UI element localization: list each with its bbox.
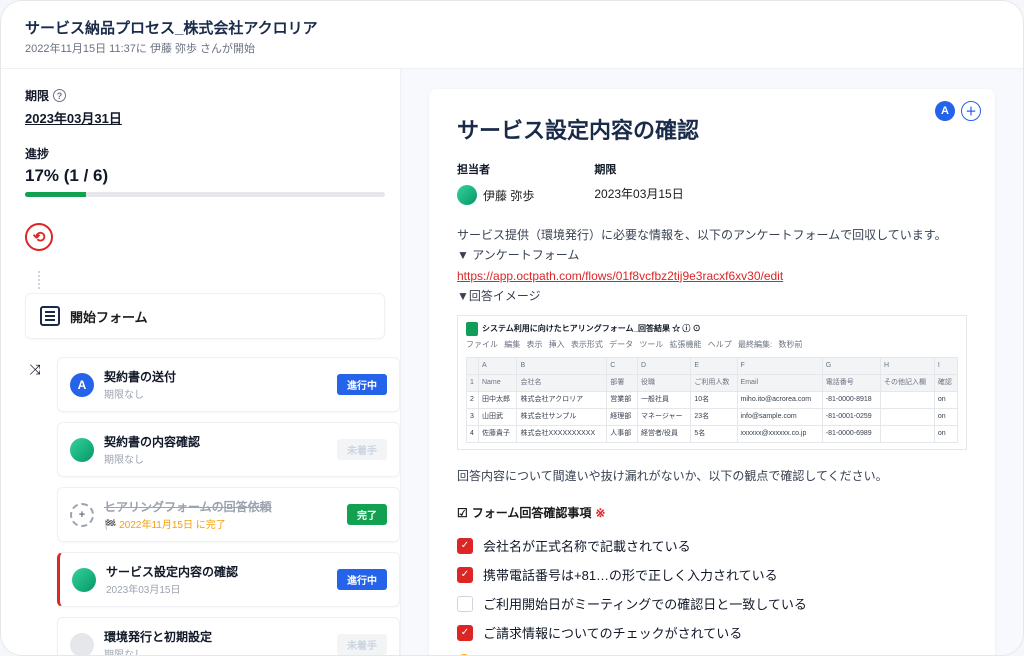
status-badge: 未着手 xyxy=(337,439,387,460)
step-sub: 🏁 2022年11月15日 に完了 xyxy=(104,516,337,531)
branch-icon: ⤨ xyxy=(25,361,45,378)
status-badge: 進行中 xyxy=(337,374,387,395)
check-item[interactable]: ご利用開始日がミーティングでの確認日と一致している xyxy=(457,589,967,618)
step-item[interactable]: 環境発行と初期設定 期限なし 未着手 xyxy=(57,617,400,655)
checkbox[interactable]: ✓ xyxy=(457,625,473,641)
check-heading: フォーム回答確認事項 xyxy=(472,504,592,521)
check-item[interactable]: ✓ 携帯電話番号は+81…の形で正しく入力されている xyxy=(457,560,967,589)
assignee-name: 伊藤 弥歩 xyxy=(483,187,534,204)
assignee-avatar xyxy=(457,185,477,205)
step-item[interactable]: A 契約書の送付 期限なし 進行中 xyxy=(57,357,400,412)
updater-avatar xyxy=(457,654,471,656)
step-title: 環境発行と初期設定 xyxy=(104,628,327,645)
checkbox[interactable] xyxy=(457,596,473,612)
step-title: 契約書の送付 xyxy=(104,368,327,385)
page-subtitle: 2022年11月15日 11:37に 伊藤 弥歩 さんが開始 xyxy=(25,40,999,56)
step-avatar xyxy=(72,568,96,592)
required-mark: ※ xyxy=(595,506,605,520)
add-button[interactable]: ＋ xyxy=(961,101,981,121)
panel-title: サービス設定内容の確認 xyxy=(457,113,967,145)
step-sub: 期限なし xyxy=(104,386,327,401)
status-badge: 進行中 xyxy=(337,569,387,590)
status-badge: 完了 xyxy=(347,504,387,525)
sheet-menu: ファイル 編集 表示 挿入 表示形式 データ ツール 拡張機能 ヘルプ 最終編集… xyxy=(466,338,958,352)
help-icon[interactable]: ? xyxy=(53,89,66,102)
step-sub: 期限なし xyxy=(104,451,327,466)
sheets-icon xyxy=(466,322,478,336)
form-icon xyxy=(40,306,60,326)
step-title: 契約書の内容確認 xyxy=(104,433,327,450)
deadline-label: 期限 xyxy=(25,87,49,104)
due-label: 期限 xyxy=(594,161,683,177)
step-item[interactable]: サービス設定内容の確認 2023年03月15日 進行中 xyxy=(57,552,400,607)
avatar-pill[interactable]: A xyxy=(935,101,955,121)
step-sub: 期限なし xyxy=(104,646,327,655)
form-url-link[interactable]: https://app.octpath.com/flows/01f8vcfbz2… xyxy=(457,269,783,283)
confirm-intro: 回答内容について間違いや抜け漏れがないか、以下の観点で確認してください。 xyxy=(457,466,967,486)
checkbox[interactable]: ✓ xyxy=(457,567,473,583)
due-value: 2023年03月15日 xyxy=(594,185,683,202)
step-avatar: A xyxy=(70,373,94,397)
check-label: 会社名が正式名称で記載されている xyxy=(483,536,691,555)
answer-image-label: ▼回答イメージ xyxy=(457,286,967,306)
step-title: サービス設定内容の確認 xyxy=(106,563,327,580)
step-title: ヒアリングフォームの回答依頼 xyxy=(104,498,337,515)
check-item[interactable]: ✓ ご請求情報についてのチェックがされている xyxy=(457,618,967,647)
sheet-title: システム利用に向けたヒアリングフォーム_回答結果 ☆ ⓘ ⊙ xyxy=(482,322,701,336)
start-form-card[interactable]: 開始フォーム xyxy=(25,293,385,339)
progress-bar xyxy=(25,192,385,197)
timeline-start-icon: ⟲ xyxy=(25,223,53,251)
step-item[interactable]: 契約書の内容確認 期限なし 未着手 xyxy=(57,422,400,477)
check-item[interactable]: ✓ 会社名が正式名称で記載されている xyxy=(457,531,967,560)
form-label: ▼ アンケートフォーム xyxy=(457,245,967,265)
step-sub: 2023年03月15日 xyxy=(106,581,327,596)
step-avatar xyxy=(70,633,94,656)
deadline-value[interactable]: 2023年03月31日 xyxy=(25,108,122,127)
check-label: ご利用開始日がミーティングでの確認日と一致している xyxy=(483,594,807,613)
checkbox[interactable]: ✓ xyxy=(457,538,473,554)
step-item[interactable]: + ヒアリングフォームの回答依頼 🏁 2022年11月15日 に完了 完了 xyxy=(57,487,400,542)
check-label: 携帯電話番号は+81…の形で正しく入力されている xyxy=(483,565,778,584)
checklist-icon: ☑ xyxy=(457,506,468,520)
progress-label: 進捗 xyxy=(25,145,49,162)
step-avatar: + xyxy=(70,503,94,527)
update-note: 伊藤 弥歩 さんが 2022年11月15日 11:38 に更新しました xyxy=(477,653,729,655)
intro-text: サービス提供（環境発行）に必要な情報を、以下のアンケートフォームで回収しています… xyxy=(457,225,967,245)
start-form-label: 開始フォーム xyxy=(70,307,148,326)
step-avatar xyxy=(70,438,94,462)
page-title: サービス納品プロセス_株式会社アクロリア xyxy=(25,17,999,38)
assignee-label: 担当者 xyxy=(457,161,534,177)
status-badge: 未着手 xyxy=(337,634,387,655)
spreadsheet-preview: システム利用に向けたヒアリングフォーム_回答結果 ☆ ⓘ ⊙ ファイル 編集 表… xyxy=(457,315,967,450)
progress-value: 17% (1 / 6) xyxy=(25,166,400,186)
check-label: ご請求情報についてのチェックがされている xyxy=(483,623,742,642)
